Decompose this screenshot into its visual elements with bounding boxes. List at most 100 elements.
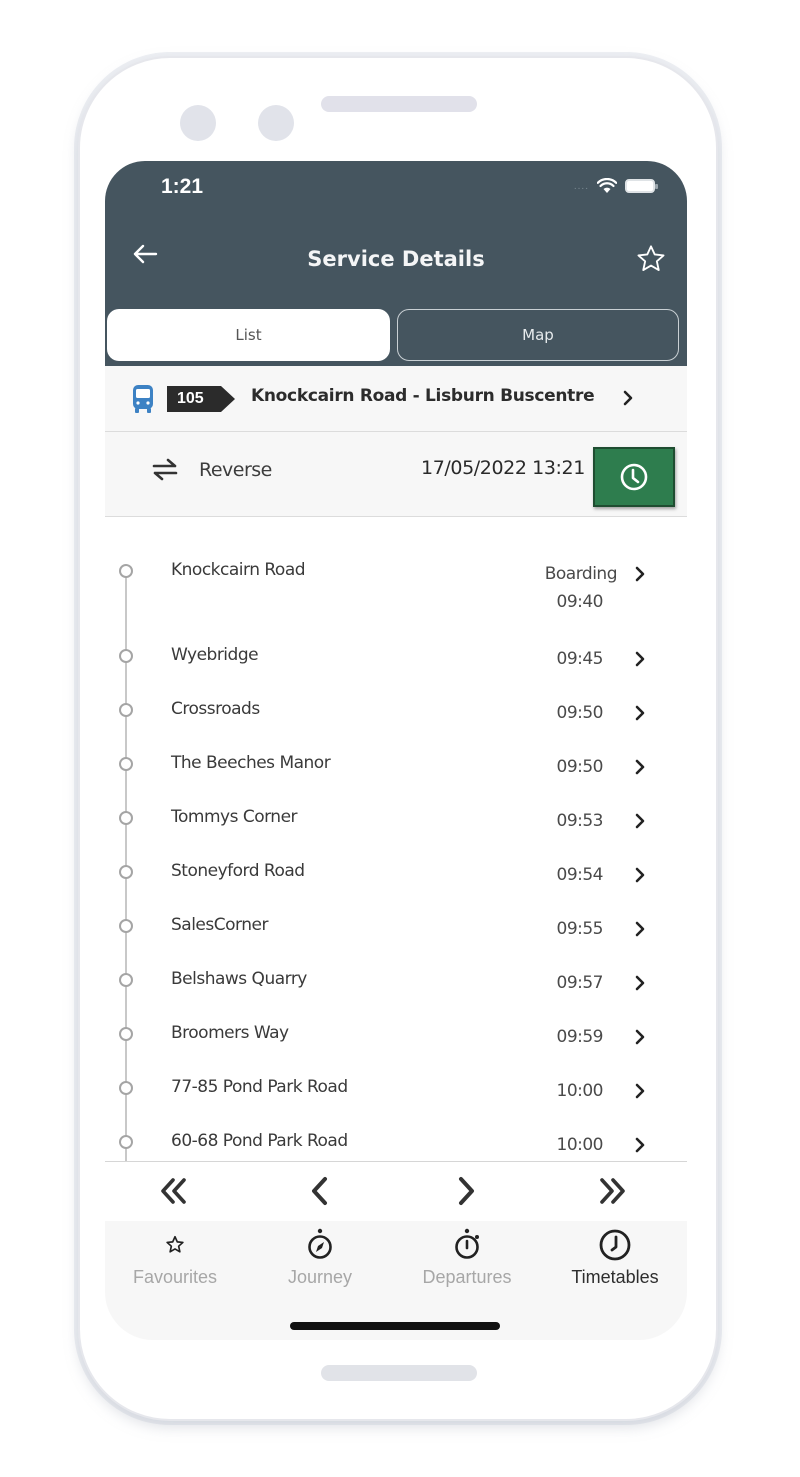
stop-name: 77-85 Pond Park Road [171,1077,348,1097]
phone-home-bar [321,1365,477,1381]
chevron-left-icon [312,1177,327,1205]
route-name: Knockcairn Road - Lisburn Buscentre [251,386,595,406]
chevron-right-icon [635,813,645,829]
stop-dot-icon [119,1135,133,1149]
star-icon [166,1235,184,1253]
stops-list[interactable]: Knockcairn Road Boarding 09:40 Wyebridge 09:… [105,518,687,1161]
next-page-button[interactable] [451,1174,481,1213]
phone-speaker [321,96,477,112]
stop-dot-icon [119,919,133,933]
star-outline-icon [637,245,665,271]
stop-time: 10:00 [556,1135,604,1155]
stop-row[interactable]: SalesCorner 09:55 [105,915,687,973]
stop-dot-icon [119,757,133,771]
stop-row[interactable]: 77-85 Pond Park Road 10:00 [105,1077,687,1135]
stop-name: Belshaws Quarry [171,969,307,989]
stop-name: The Beeches Manor [171,753,331,773]
stop-row[interactable]: The Beeches Manor 09:50 [105,753,687,811]
time-picker-button[interactable] [593,447,675,507]
chevron-right-icon [635,566,645,582]
tab-map-label: Map [522,326,554,344]
stop-name: Knockcairn Road [171,560,306,580]
chevron-right-icon [635,1137,645,1153]
chevron-right-icon [635,921,645,937]
stop-row[interactable]: Stoneyford Road 09:54 [105,861,687,919]
stop-time: Boarding 09:40 [544,560,618,616]
tab-list-label: List [235,326,262,344]
bus-icon [133,385,153,413]
tab-map[interactable]: Map [397,309,679,361]
stop-time: 09:57 [556,973,604,993]
battery-icon [625,179,658,193]
chevron-right-icon [635,975,645,991]
stop-name: SalesCorner [171,915,268,935]
status-icons: .... [573,178,658,194]
double-chevron-right-icon [600,1178,625,1204]
app-screen: 1:21 .... Service Details List Map 105 K… [105,161,687,1340]
stop-time: 09:59 [556,1027,604,1047]
home-indicator [290,1322,500,1330]
phone-camera [180,105,216,141]
stop-row[interactable]: 60-68 Pond Park Road 10:00 [105,1131,687,1161]
route-number: 105 [177,390,204,407]
stop-dot-icon [119,703,133,717]
stop-name: Crossroads [171,699,260,719]
tab-departures[interactable]: Departures [397,1227,537,1288]
stop-time: 09:54 [556,865,604,885]
stopwatch-icon [455,1228,479,1259]
signal-icon: .... [573,180,589,192]
prev-page-button[interactable] [305,1174,335,1213]
reverse-button[interactable]: Reverse [151,458,272,482]
route-number-badge: 105 [167,386,235,412]
reverse-label: Reverse [199,459,272,481]
stop-dot-icon [119,865,133,879]
stop-name: Tommys Corner [171,807,298,827]
clock-icon [620,463,648,491]
stop-name: 60-68 Pond Park Road [171,1131,348,1151]
app-header: 1:21 .... Service Details List Map [105,161,687,366]
stop-dot-icon [119,811,133,825]
datetime-value[interactable]: 17/05/2022 13:21 [421,457,585,479]
chevron-right-icon [635,1029,645,1045]
tab-timetables[interactable]: Timetables [545,1227,685,1288]
pager [105,1161,687,1221]
favourite-button[interactable] [635,243,667,280]
stop-dot-icon [119,973,133,987]
phone-sensor [258,105,294,141]
stop-time: 09:53 [556,811,604,831]
controls-row: Reverse 17/05/2022 13:21 [105,432,687,517]
stop-name: Wyebridge [171,645,259,665]
chevron-right-icon [635,759,645,775]
chevron-right-icon [459,1177,474,1205]
chevron-right-icon [635,1083,645,1099]
stop-row[interactable]: Broomers Way 09:59 [105,1023,687,1081]
clock-icon [599,1229,631,1261]
status-time: 1:21 [161,175,204,198]
stop-name: Stoneyford Road [171,861,305,881]
stop-time: 09:50 [556,703,604,723]
chevron-right-icon [635,651,645,667]
tab-list[interactable]: List [107,309,390,361]
tab-departures-label: Departures [422,1267,512,1287]
stop-row[interactable]: Tommys Corner 09:53 [105,807,687,865]
tab-favourites[interactable]: Favourites [105,1227,245,1288]
stop-row[interactable]: Belshaws Quarry 09:57 [105,969,687,1027]
stop-row[interactable]: Wyebridge 09:45 [105,645,687,703]
tab-journey-label: Journey [287,1267,353,1287]
first-page-button[interactable] [157,1174,191,1213]
tab-journey[interactable]: Journey [250,1227,390,1288]
double-chevron-left-icon [161,1178,186,1204]
stop-row[interactable]: Knockcairn Road Boarding 09:40 [105,560,687,618]
stop-time: 09:55 [556,919,604,939]
route-selector[interactable]: 105 Knockcairn Road - Lisburn Buscentre [105,366,687,432]
tab-timetables-label: Timetables [571,1267,659,1287]
swap-arrows-icon [152,458,178,481]
stop-status: Boarding [544,564,618,584]
stop-dot-icon [119,1081,133,1095]
last-page-button[interactable] [595,1174,629,1213]
stop-time-value: 09:40 [556,592,604,612]
stop-dot-icon [119,649,133,663]
stop-time: 09:50 [556,757,604,777]
stop-dot-icon [119,564,133,578]
stop-row[interactable]: Crossroads 09:50 [105,699,687,757]
